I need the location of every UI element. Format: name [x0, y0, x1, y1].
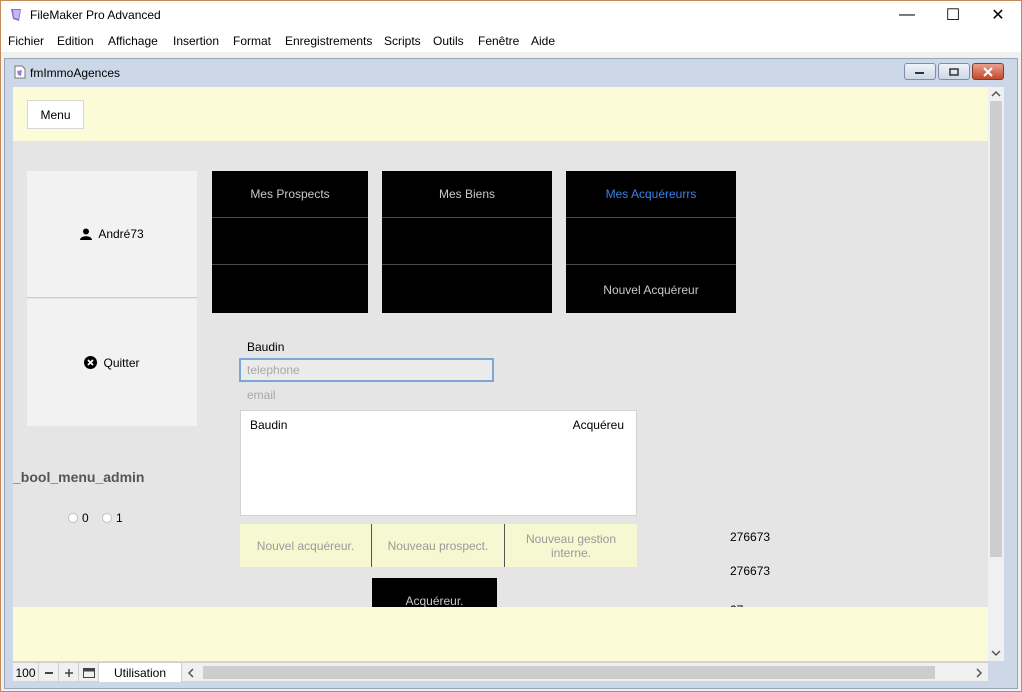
minimize-button[interactable]: —: [884, 0, 930, 30]
menu-affichage[interactable]: Affichage: [108, 34, 158, 48]
telephone-field[interactable]: telephone: [239, 358, 494, 382]
layout-content: Menu André73 Quitter Mes Prospects Mes B…: [13, 87, 988, 661]
footer-band: [13, 607, 988, 661]
mode-selector[interactable]: Utilisation: [99, 663, 182, 682]
radio-option-label: 1: [116, 511, 123, 525]
document-title: fmImmoAgences: [30, 66, 121, 80]
vertical-scroll-thumb[interactable]: [990, 101, 1002, 557]
user-icon: [80, 228, 93, 240]
menu-outils[interactable]: Outils: [433, 34, 464, 48]
tile-acquereurs-title[interactable]: Mes Acquéreurrs: [566, 171, 736, 218]
tile-prospects: Mes Prospects: [212, 171, 368, 313]
zoom-level[interactable]: 100: [13, 663, 39, 682]
minus-icon: [44, 671, 53, 674]
tile-biens-row-2[interactable]: [382, 218, 552, 265]
plus-icon: [64, 668, 73, 677]
vertical-scrollbar[interactable]: [988, 87, 1004, 661]
user-panel[interactable]: André73: [27, 171, 197, 298]
header-band: [13, 87, 988, 141]
record-id-1: 276673: [730, 530, 771, 544]
radio-option-0[interactable]: 0: [68, 511, 89, 525]
menu-button[interactable]: Menu: [27, 100, 84, 129]
quit-label: Quitter: [103, 355, 140, 370]
bool-menu-admin-label: _bool_menu_admin: [13, 469, 145, 485]
zoom-out-button[interactable]: [39, 663, 59, 682]
filemaker-logo-icon: [11, 9, 21, 21]
tile-acquereurs-row-2[interactable]: [566, 218, 736, 265]
menu-insertion[interactable]: Insertion: [173, 34, 219, 48]
toggle-status-toolbar-button[interactable]: [79, 663, 99, 682]
scroll-right-icon[interactable]: [975, 668, 983, 678]
new-acquereur-tile-button[interactable]: Nouvel Acquéreur: [566, 266, 736, 313]
menu-fichier[interactable]: Fichier: [8, 34, 44, 48]
close-icon: [983, 66, 993, 77]
doc-close-button[interactable]: [972, 63, 1004, 80]
new-acquereur-button[interactable]: Nouvel acquéreur.: [240, 524, 372, 567]
tile-biens-row-3[interactable]: [382, 266, 552, 313]
tile-acquereurs: Mes Acquéreurrs Nouvel Acquéreur: [566, 171, 736, 313]
tile-prospects-row-3[interactable]: [212, 266, 368, 313]
menu-edition[interactable]: Edition: [57, 34, 94, 48]
tile-prospects-row-2[interactable]: [212, 218, 368, 265]
new-gestion-interne-button[interactable]: Nouveau gestion interne.: [505, 524, 637, 567]
maximize-button[interactable]: ☐: [930, 0, 976, 30]
scroll-up-icon[interactable]: [991, 90, 1001, 98]
email-field[interactable]: email: [247, 388, 276, 402]
status-bar: 100 Utilisation: [13, 662, 988, 682]
menu-scripts[interactable]: Scripts: [384, 34, 421, 48]
menu-format[interactable]: Format: [233, 34, 271, 48]
tile-prospects-title[interactable]: Mes Prospects: [212, 171, 368, 218]
menu-fenetre[interactable]: Fenêtre: [478, 34, 519, 48]
tile-biens: Mes Biens: [382, 171, 552, 313]
close-circle-icon: [84, 356, 98, 369]
doc-restore-button[interactable]: [938, 63, 970, 80]
portal-row-name[interactable]: Baudin: [250, 418, 287, 432]
zoom-in-button[interactable]: [59, 663, 79, 682]
menu-aide[interactable]: Aide: [531, 34, 555, 48]
record-name: Baudin: [247, 340, 285, 354]
radio-circle: [68, 513, 78, 523]
restore-icon: [949, 67, 959, 76]
document-icon: [14, 65, 26, 79]
portal-row-type[interactable]: Acquéreu: [573, 418, 624, 432]
app-title: FileMaker Pro Advanced: [30, 8, 161, 22]
scroll-down-icon[interactable]: [991, 649, 1001, 657]
radio-circle: [102, 513, 112, 523]
doc-minimize-button[interactable]: [904, 63, 936, 80]
user-label: André73: [98, 227, 144, 241]
menu-enregistrements[interactable]: Enregistrements: [285, 34, 372, 48]
new-prospect-button[interactable]: Nouveau prospect.: [372, 524, 505, 567]
window-icon: [82, 667, 95, 678]
related-portal: Baudin Acquéreu: [240, 410, 637, 516]
minimize-icon: [915, 71, 924, 74]
horizontal-scroll-thumb[interactable]: [203, 666, 935, 679]
record-id-2: 276673: [730, 564, 771, 578]
scroll-left-icon[interactable]: [187, 668, 195, 678]
close-button[interactable]: ✕: [975, 0, 1021, 30]
radio-option-label: 0: [82, 511, 89, 525]
tile-biens-title[interactable]: Mes Biens: [382, 171, 552, 218]
quit-button[interactable]: Quitter: [27, 299, 197, 426]
radio-option-1[interactable]: 1: [102, 511, 123, 525]
